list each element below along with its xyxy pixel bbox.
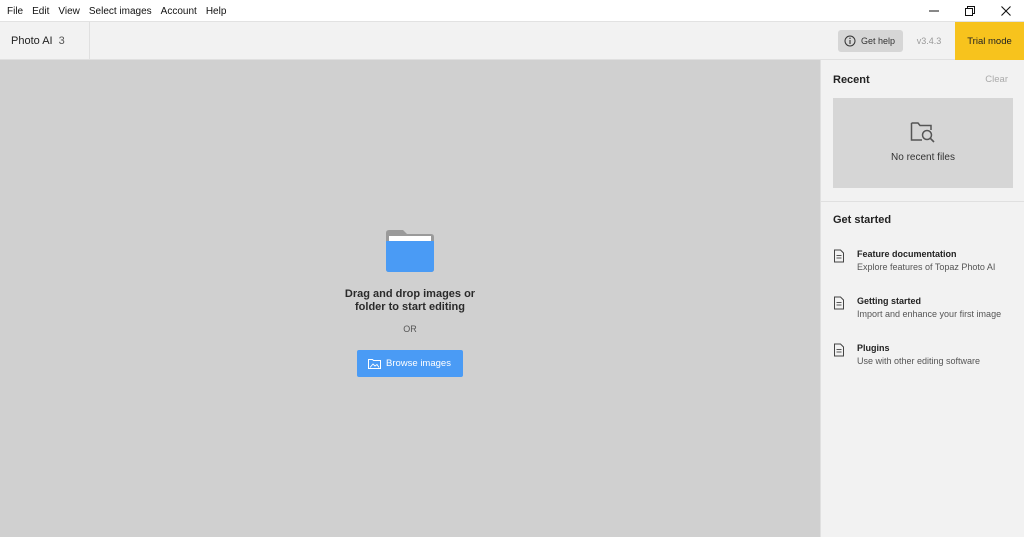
menu-edit[interactable]: Edit bbox=[32, 6, 49, 17]
menu-view[interactable]: View bbox=[58, 6, 80, 17]
browse-images-label: Browse images bbox=[386, 358, 451, 369]
menu-file[interactable]: File bbox=[7, 6, 23, 17]
browse-images-button[interactable]: Browse images bbox=[357, 350, 463, 377]
item-name: Plugins bbox=[857, 343, 890, 353]
image-folder-icon bbox=[368, 359, 381, 369]
folder-icon bbox=[386, 230, 434, 272]
minimize-button[interactable] bbox=[916, 0, 952, 22]
close-icon bbox=[1001, 6, 1011, 16]
item-description: Import and enhance your first image bbox=[857, 309, 1002, 319]
drop-instructions: Drag and drop images or folder to start … bbox=[320, 288, 500, 314]
item-name: Getting started bbox=[857, 296, 922, 306]
or-label: OR bbox=[403, 324, 417, 334]
menu-account[interactable]: Account bbox=[161, 6, 197, 17]
recent-title: Recent bbox=[833, 74, 870, 86]
menu-help[interactable]: Help bbox=[206, 6, 227, 17]
recent-files-box: No recent files bbox=[833, 98, 1013, 188]
get-help-label: Get help bbox=[861, 36, 896, 46]
menu-select-images[interactable]: Select images bbox=[89, 6, 152, 17]
folder-search-icon bbox=[910, 122, 935, 143]
trial-mode-button[interactable]: Trial mode bbox=[955, 22, 1024, 60]
document-icon bbox=[834, 296, 844, 310]
item-name: Feature documentation bbox=[857, 249, 957, 259]
document-icon bbox=[834, 343, 844, 357]
app-name: Photo AI bbox=[11, 35, 53, 47]
get-started-item-plugins[interactable]: Plugins Use with other editing software bbox=[833, 343, 1023, 377]
get-help-button[interactable]: Get help bbox=[838, 30, 903, 52]
side-panel: Recent Clear No recent files Get started… bbox=[820, 60, 1024, 537]
item-description: Use with other editing software bbox=[857, 356, 981, 366]
drop-line-2: folder to start editing bbox=[355, 301, 465, 313]
menu: File Edit View Select images Account Hel… bbox=[0, 0, 235, 22]
app-title: Photo AI 3 bbox=[0, 22, 90, 60]
app-header: Photo AI 3 Get help v3.4.3 Trial mode bbox=[0, 22, 1024, 60]
document-icon bbox=[834, 249, 844, 263]
divider bbox=[821, 201, 1024, 202]
item-description: Explore features of Topaz Photo AI bbox=[857, 262, 996, 272]
drop-line-1: Drag and drop images or bbox=[344, 288, 476, 300]
menu-bar: File Edit View Select images Account Hel… bbox=[0, 0, 1024, 22]
minimize-icon bbox=[929, 10, 939, 12]
image-count: 3 bbox=[58, 35, 65, 47]
get-started-item-getting-started[interactable]: Getting started Import and enhance your … bbox=[833, 296, 1023, 330]
version-label: v3.4.3 bbox=[916, 36, 942, 46]
get-started-item-feature-documentation[interactable]: Feature documentation Explore features o… bbox=[833, 249, 1023, 283]
close-button[interactable] bbox=[988, 0, 1024, 22]
restore-button[interactable] bbox=[952, 0, 988, 22]
clear-recent-button[interactable]: Clear bbox=[985, 74, 1008, 85]
restore-icon bbox=[965, 6, 975, 16]
get-started-title: Get started bbox=[833, 214, 892, 226]
info-icon bbox=[844, 35, 856, 47]
no-recent-files: No recent files bbox=[891, 152, 955, 163]
